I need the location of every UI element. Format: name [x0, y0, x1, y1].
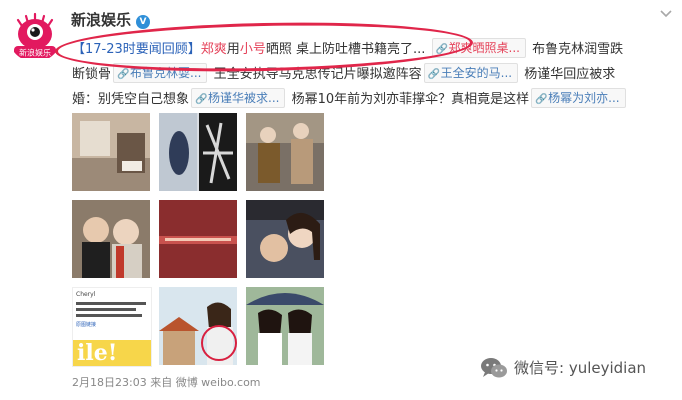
post-line-2: 断锁骨 🔗布鲁克林耍... 王全安执导马克思传记片曝拟邀阵容 🔗王全安的马... 杨…	[72, 62, 676, 87]
sina-eye-logo-icon: 新浪娱乐	[9, 9, 61, 61]
post-text-span: 布鲁克林润雪跌	[532, 42, 624, 57]
link-icon: 🔗	[535, 94, 548, 105]
thumb-note-link: 原图链接	[76, 322, 97, 328]
photo-room-icon	[72, 113, 150, 191]
link-tag[interactable]: 🔗布鲁克林耍...	[113, 63, 208, 83]
image-thumb[interactable]	[246, 200, 324, 278]
photo-book-spine-icon	[159, 200, 237, 278]
link-tag[interactable]: 🔗郑爽晒照桌...	[431, 38, 526, 58]
photo-temple-icon	[159, 287, 237, 365]
image-thumb[interactable]	[246, 113, 324, 191]
post-line-1: 【17-23时要闻回顾】郑爽用小号晒照 桌上防吐槽书籍亮了... 🔗郑爽晒照桌.…	[72, 37, 676, 62]
post-menu-button[interactable]	[660, 8, 672, 21]
image-thumb[interactable]	[72, 113, 150, 191]
post-text-span: 用	[226, 42, 240, 57]
link-tag[interactable]: 🔗杨谨华被求...	[191, 88, 286, 108]
post-bracket-title: 【17-23时要闻回顾】	[72, 42, 201, 57]
wechat-icon	[481, 358, 507, 378]
post-text-span: 断锁骨	[72, 67, 112, 82]
post-text-span: 杨谨华回应被求	[524, 67, 616, 82]
post-text-span: 王全安执导马克思传记片曝拟邀阵容	[213, 67, 422, 82]
link-tag-label: 杨谨华被求...	[208, 91, 280, 105]
avatar-label: 新浪娱乐	[19, 48, 51, 58]
link-tag-label: 郑爽晒照桌...	[448, 41, 520, 55]
photo-xray-icon	[159, 113, 237, 191]
wechat-watermark: 微信号: yuleyidian	[480, 356, 646, 380]
link-icon: 🔗	[117, 69, 130, 80]
chevron-down-icon	[660, 10, 672, 18]
post-text: 【17-23时要闻回顾】郑爽用小号晒照 桌上防吐槽书籍亮了... 🔗郑爽晒照桌.…	[72, 37, 676, 112]
image-thumb[interactable]	[159, 287, 237, 365]
link-icon: 🔗	[435, 44, 448, 55]
link-tag[interactable]: 🔗王全安的马...	[423, 63, 519, 83]
watermark-text: 微信号: yuleyidian	[514, 359, 647, 377]
post-text-span: 婚：别凭空自己想象	[72, 92, 190, 107]
link-tag-label: 王全安的马...	[440, 66, 513, 80]
image-thumb[interactable]	[159, 113, 237, 191]
account-name[interactable]: 新浪娱乐 V	[71, 9, 151, 30]
post-text-span: 晒照 桌上防吐槽书籍亮了	[265, 42, 413, 57]
link-tag-label: 布鲁克林耍...	[130, 66, 202, 80]
link-tag[interactable]: 🔗杨幂为刘亦...	[531, 88, 626, 108]
post-line-3: 婚：别凭空自己想象 🔗杨谨华被求... 杨幂10年前为刘亦菲撑伞？真相竟是这样 🔗杨…	[72, 87, 676, 112]
thumb-sign-text: ile!	[77, 340, 118, 366]
avatar[interactable]: 新浪娱乐	[8, 8, 62, 62]
photo-umbrella-icon	[246, 287, 324, 365]
thumb-text-line	[76, 308, 136, 311]
thumb-text-line	[76, 314, 142, 317]
link-icon: 🔗	[427, 69, 441, 80]
thumb-text-line	[76, 302, 146, 305]
account-name-text: 新浪娱乐	[71, 11, 132, 29]
link-icon: 🔗	[195, 94, 208, 105]
post-text-span: 杨幂10年前为刘亦菲撑伞？真相竟是这样	[291, 92, 530, 107]
post-timestamp[interactable]: 2月18日23:03 来自 微博 weibo.com	[72, 374, 261, 390]
photo-people-icon	[246, 113, 324, 191]
ellipsis: ...	[412, 42, 426, 57]
photo-two-men-icon	[72, 200, 150, 278]
photo-selfie-icon	[246, 200, 324, 278]
mention-name[interactable]: 郑爽	[201, 42, 227, 57]
thumb-note-header: Cheryl	[76, 291, 96, 298]
link-tag-label: 杨幂为刘亦...	[548, 91, 620, 105]
verified-badge-icon: V	[136, 15, 151, 29]
image-thumb[interactable]	[72, 200, 150, 278]
image-thumb[interactable]	[246, 287, 324, 365]
mention-name[interactable]: 小号	[240, 42, 266, 57]
image-thumb[interactable]	[159, 200, 237, 278]
image-thumb[interactable]: Cheryl 原图链接 ile!	[72, 287, 152, 367]
